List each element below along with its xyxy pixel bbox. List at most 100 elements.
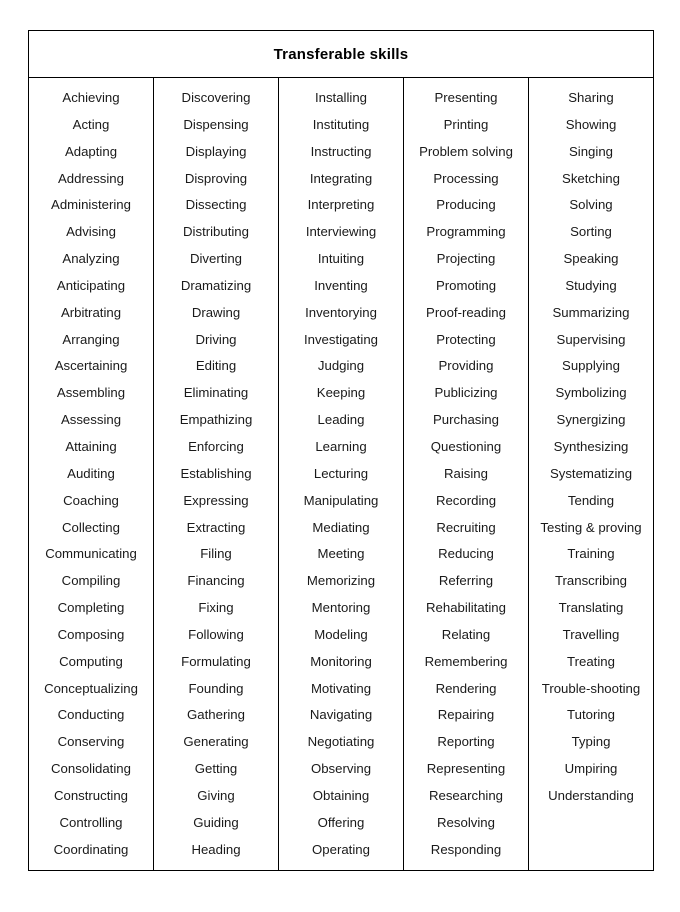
skill-item: Fixing <box>198 600 234 616</box>
skill-item: Meeting <box>317 546 365 562</box>
skill-item: Monitoring <box>310 653 372 669</box>
skill-item: Observing <box>310 761 372 777</box>
skill-item: Remembering <box>424 653 508 669</box>
skill-item: Proof-reading <box>426 304 506 320</box>
skill-item: Tending <box>567 492 615 508</box>
skill-item: Memorizing <box>306 573 376 589</box>
skill-item: Displaying <box>185 143 247 159</box>
skill-item: Transcribing <box>554 573 628 589</box>
skill-item: Interpreting <box>307 197 375 213</box>
skill-item: Mediating <box>312 519 370 535</box>
skill-item: Ascertaining <box>54 358 128 374</box>
page-title: Transferable skills <box>28 30 654 78</box>
skill-item: Heading <box>191 841 241 857</box>
skill-item: Founding <box>188 680 244 696</box>
skill-item: Administering <box>51 197 131 213</box>
skill-item: Rendering <box>435 680 497 696</box>
skill-item: Mentoring <box>311 600 371 616</box>
skill-item: Conducting <box>57 707 125 723</box>
skill-item: Travelling <box>562 626 620 642</box>
skill-item: Recording <box>435 492 497 508</box>
skill-item: Enforcing <box>188 438 244 454</box>
skill-item: Addressing <box>58 170 124 186</box>
skills-list-3: Installing Instituting Instructing Integrat… <box>279 78 403 870</box>
skill-item: Purchasing <box>433 412 499 428</box>
skill-item: Gathering <box>187 707 245 723</box>
skill-item: Inventorying <box>305 304 377 320</box>
skill-item: Responding <box>430 841 502 857</box>
skill-item: Offering <box>317 814 365 830</box>
skill-item: Questioning <box>430 438 502 454</box>
skill-item: Rehabilitating <box>426 600 506 616</box>
skill-item: Protecting <box>436 331 496 347</box>
skill-item: Reporting <box>437 734 495 750</box>
skill-item: Programming <box>426 224 506 240</box>
skill-item: Assessing <box>60 412 122 428</box>
skill-item: Eliminating <box>183 385 249 401</box>
skill-item: Interviewing <box>305 224 377 240</box>
skill-item: Instructing <box>310 143 372 159</box>
skills-list-2: Discovering Dispensing Displaying Disprovin… <box>154 78 278 870</box>
skill-item: Manipulating <box>303 492 379 508</box>
skill-item: Systematizing <box>549 465 633 481</box>
skill-item: Inventing <box>314 277 368 293</box>
skill-item: Obtaining <box>312 787 370 803</box>
skill-item: Judging <box>317 358 365 374</box>
skill-item: Analyzing <box>62 251 120 267</box>
skill-item: Diverting <box>189 251 243 267</box>
skill-item: Sharing <box>568 90 614 105</box>
skill-item: Recruiting <box>436 519 496 535</box>
page-root: Transferable skills Achieving Acting Adapt… <box>0 0 680 912</box>
skill-item: Instituting <box>312 116 370 132</box>
skill-item: Treating <box>567 653 615 669</box>
skill-item: Driving <box>195 331 237 347</box>
skill-item: Lecturing <box>313 465 369 481</box>
table-body-row: Achieving Acting Adapting Addressing Adminis… <box>28 76 654 872</box>
skill-item: Repairing <box>437 707 495 723</box>
skill-item: Raising <box>444 465 488 481</box>
skill-item: Composing <box>57 626 125 642</box>
skill-item: Discovering <box>181 90 251 105</box>
skill-item: Drawing <box>191 304 241 320</box>
skill-item: Compiling <box>61 573 121 589</box>
skill-item: Problem solving <box>419 143 513 159</box>
skill-item: Dramatizing <box>180 277 252 293</box>
skill-item: Communicating <box>45 546 137 562</box>
skill-item: Investigating <box>303 331 379 347</box>
skill-item: Intuiting <box>317 251 365 267</box>
skills-column-1: Achieving Acting Adapting Addressing Adminis… <box>28 76 154 872</box>
skill-item: Symbolizing <box>555 385 627 401</box>
skill-item: Anticipating <box>56 277 126 293</box>
skill-item: Disproving <box>184 170 248 186</box>
skills-column-5: Sharing Showing Singing Sketching Solving Sor… <box>528 76 654 872</box>
skill-item: Formulating <box>181 653 251 669</box>
skills-column-3: Installing Instituting Instructing Integrat… <box>278 76 404 872</box>
skill-item: Singing <box>569 143 613 159</box>
skill-item: Umpiring <box>564 761 618 777</box>
skill-item: Collecting <box>62 519 120 535</box>
skill-item: Trouble-shooting <box>541 680 641 696</box>
skill-item: Tutoring <box>567 707 615 723</box>
skill-item: Consolidating <box>51 761 131 777</box>
skill-item: Coaching <box>63 492 119 508</box>
skill-item: Navigating <box>309 707 373 723</box>
skills-list-1: Achieving Acting Adapting Addressing Adminis… <box>29 78 153 870</box>
skill-item: Publicizing <box>434 385 498 401</box>
skill-item: Speaking <box>563 251 619 267</box>
skill-item: Conceptualizing <box>44 680 138 696</box>
skill-item: Coordinating <box>53 841 129 857</box>
skill-item: Translating <box>558 600 624 616</box>
skill-item: Synergizing <box>556 412 626 428</box>
skill-item: Auditing <box>67 465 115 481</box>
skill-item: Reducing <box>438 546 494 562</box>
skill-item: Promoting <box>435 277 497 293</box>
skill-item: Advising <box>66 224 116 240</box>
skill-item: Negotiating <box>307 734 375 750</box>
skills-list-4: Presenting Printing Problem solving Process… <box>404 78 528 870</box>
skill-item: Sorting <box>570 224 612 240</box>
skill-item: Operating <box>312 841 370 857</box>
skill-item: Learning <box>315 438 367 454</box>
skill-item: Presenting <box>434 90 498 105</box>
skills-list-5: Sharing Showing Singing Sketching Solving Sor… <box>529 78 653 817</box>
skill-item: Producing <box>436 197 496 213</box>
